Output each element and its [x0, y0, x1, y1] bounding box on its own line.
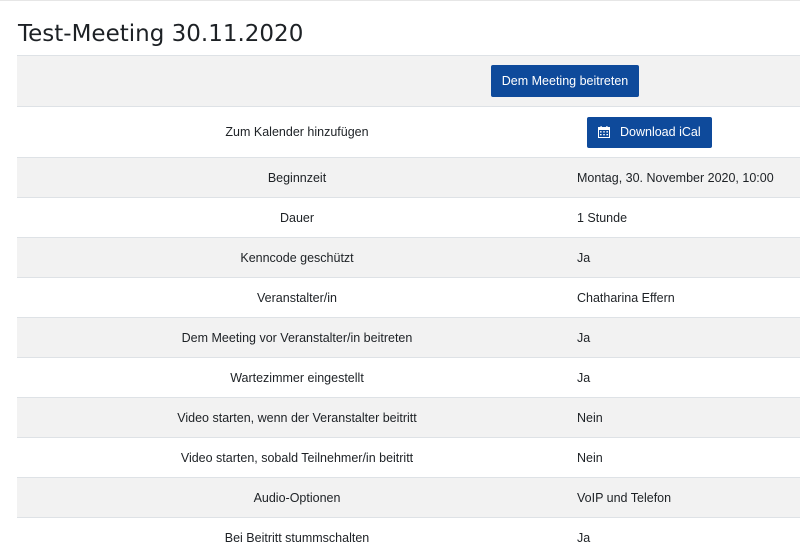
- download-ical-label: Download iCal: [620, 125, 701, 139]
- detail-label: Wartezimmer eingestellt: [17, 358, 577, 398]
- detail-row-kenncode: Kenncode geschützt Ja: [17, 238, 800, 278]
- top-divider: [0, 0, 800, 1]
- calendar-icon: [598, 126, 610, 138]
- detail-value: Ja: [577, 238, 800, 278]
- detail-value: Nein: [577, 398, 800, 438]
- detail-label: Beginnzeit: [17, 158, 577, 198]
- detail-row-wartezimmer: Wartezimmer eingestellt Ja: [17, 358, 800, 398]
- join-cell: Dem Meeting beitreten: [17, 56, 800, 107]
- calendar-label: Zum Kalender hinzufügen: [17, 107, 577, 158]
- detail-value: Chatharina Effern: [577, 278, 800, 318]
- detail-value: Nein: [577, 438, 800, 478]
- detail-row-video-host: Video starten, wenn der Veranstalter bei…: [17, 398, 800, 438]
- detail-value: Ja: [577, 358, 800, 398]
- detail-label: Dem Meeting vor Veranstalter/in beitrete…: [17, 318, 577, 358]
- detail-label: Kenncode geschützt: [17, 238, 577, 278]
- detail-label: Audio-Optionen: [17, 478, 577, 518]
- calendar-action-cell: Download iCal: [577, 107, 800, 158]
- calendar-row: Zum Kalender hinzufügen: [17, 107, 800, 158]
- detail-row-video-participant: Video starten, sobald Teilnehmer/in beit…: [17, 438, 800, 478]
- detail-label: Video starten, sobald Teilnehmer/in beit…: [17, 438, 577, 478]
- join-meeting-button[interactable]: Dem Meeting beitreten: [491, 65, 639, 97]
- detail-value: 1 Stunde: [577, 198, 800, 238]
- detail-value: Ja: [577, 518, 800, 557]
- detail-row-dauer: Dauer 1 Stunde: [17, 198, 800, 238]
- detail-row-mute: Bei Beitritt stummschalten Ja: [17, 518, 800, 557]
- detail-value: Ja: [577, 318, 800, 358]
- detail-row-join-before-host: Dem Meeting vor Veranstalter/in beitrete…: [17, 318, 800, 358]
- detail-value: VoIP und Telefon: [577, 478, 800, 518]
- download-ical-button[interactable]: Download iCal: [587, 117, 712, 148]
- meeting-details-table: Dem Meeting beitreten Zum Kalender hinzu…: [17, 55, 800, 557]
- detail-row-audio: Audio-Optionen VoIP und Telefon: [17, 478, 800, 518]
- detail-label: Veranstalter/in: [17, 278, 577, 318]
- detail-label: Bei Beitritt stummschalten: [17, 518, 577, 557]
- detail-label: Dauer: [17, 198, 577, 238]
- detail-row-beginnzeit: Beginnzeit Montag, 30. November 2020, 10…: [17, 158, 800, 198]
- detail-label: Video starten, wenn der Veranstalter bei…: [17, 398, 577, 438]
- detail-row-veranstalter: Veranstalter/in Chatharina Effern: [17, 278, 800, 318]
- detail-value: Montag, 30. November 2020, 10:00: [577, 158, 800, 198]
- page-title: Test-Meeting 30.11.2020: [18, 18, 303, 50]
- join-row: Dem Meeting beitreten: [17, 56, 800, 107]
